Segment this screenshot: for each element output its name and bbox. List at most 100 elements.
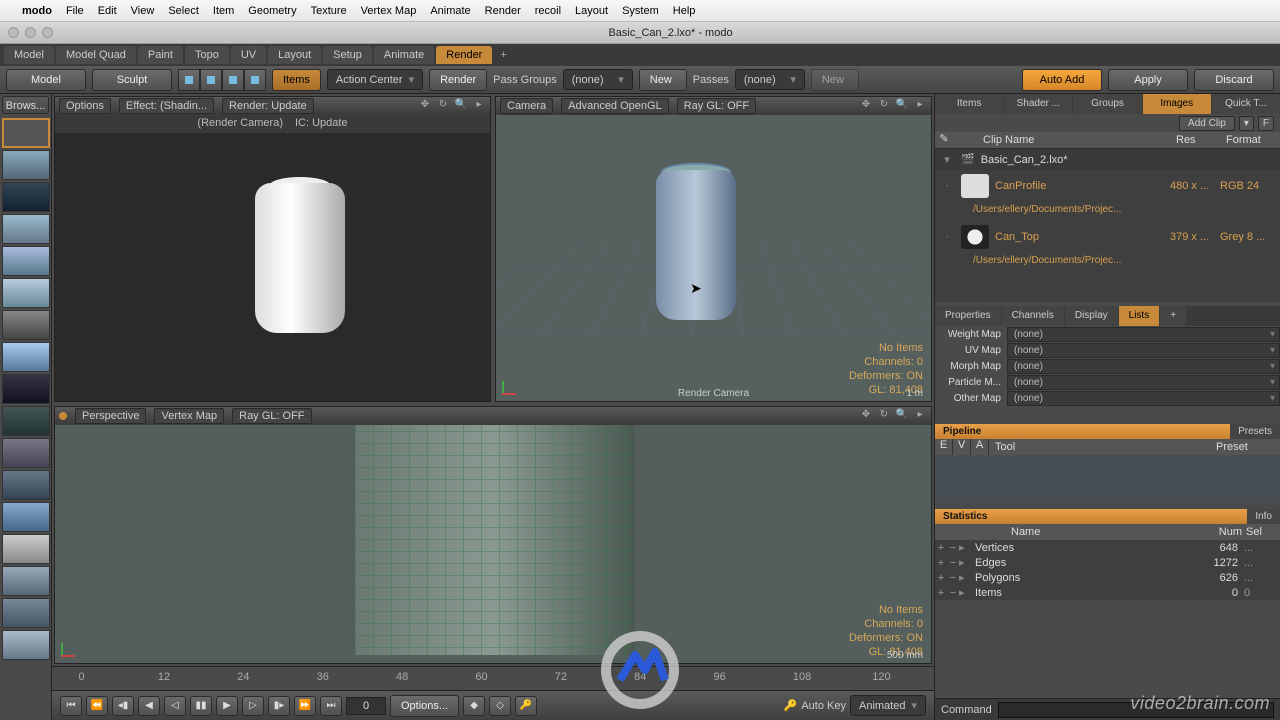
prev-key-button[interactable]: ◂▮ [112, 696, 134, 716]
action-center-dropdown[interactable]: Action Center [327, 69, 423, 90]
max-icon[interactable]: ▸ [472, 99, 486, 113]
camera-viewport[interactable]: Camera Advanced OpenGL Ray GL: OFF ✥ ↻ 🔍… [495, 96, 932, 402]
preset-thumb[interactable] [2, 470, 50, 500]
vp-persp[interactable]: Perspective [75, 408, 146, 424]
key-icon-button[interactable]: ◇ [489, 696, 511, 716]
vp-raygl[interactable]: Ray GL: OFF [232, 408, 311, 424]
menu-geometry[interactable]: Geometry [248, 5, 296, 17]
menu-system[interactable]: System [622, 5, 659, 17]
stat-row-polygons[interactable]: +−▸Polygons626... [935, 570, 1280, 585]
zoom-icon[interactable]: 🔍 [454, 99, 468, 113]
info-tab[interactable]: Info [1247, 509, 1280, 524]
vp-raygl[interactable]: Ray GL: OFF [677, 98, 756, 114]
tab-layout[interactable]: Layout [268, 46, 321, 64]
expand-icon[interactable]: ▾ [939, 153, 955, 166]
goto-end-button[interactable]: ⏭ [320, 696, 342, 716]
key-icon-button[interactable]: ◆ [463, 696, 485, 716]
passes-dropdown[interactable]: (none) [735, 69, 805, 90]
menu-help[interactable]: Help [673, 5, 696, 17]
filter-icon[interactable]: F [1258, 116, 1274, 131]
preset-thumb[interactable] [2, 502, 50, 532]
stat-row-vertices[interactable]: +−▸Vertices648... [935, 540, 1280, 555]
goto-start-button[interactable]: ⏮ [60, 696, 82, 716]
stat-row-edges[interactable]: +−▸Edges1272... [935, 555, 1280, 570]
menu-edit[interactable]: Edit [98, 5, 117, 17]
tab-items[interactable]: Items [935, 94, 1003, 114]
menu-file[interactable]: File [66, 5, 84, 17]
max-icon[interactable]: ▸ [913, 409, 927, 423]
preset-thumb[interactable] [2, 246, 50, 276]
pause-button[interactable]: ▮▮ [190, 696, 212, 716]
options-button[interactable]: Options... [390, 695, 459, 717]
rotate-icon[interactable]: ↻ [436, 99, 450, 113]
ic-label[interactable]: IC: Update [295, 117, 348, 133]
step-back-key-button[interactable]: ⏪ [86, 696, 108, 716]
next-key-button[interactable]: ▮▸ [268, 696, 290, 716]
tab-properties[interactable]: Properties [935, 306, 1001, 326]
col-res[interactable]: Res [1174, 132, 1224, 148]
key-icon-button[interactable]: 🔑 [515, 696, 537, 716]
pipeline-header[interactable]: Pipeline [935, 424, 1230, 439]
preset-thumb[interactable] [2, 182, 50, 212]
preset-thumb[interactable] [2, 438, 50, 468]
vp-options[interactable]: Options [59, 98, 111, 114]
move-icon[interactable]: ✥ [859, 99, 873, 113]
preset-thumb[interactable] [2, 374, 50, 404]
edge-mode-icon[interactable] [200, 69, 222, 91]
vp-glmode[interactable]: Advanced OpenGL [561, 98, 669, 114]
uvmap-dropdown[interactable]: (none) [1007, 343, 1280, 358]
menu-layout[interactable]: Layout [575, 5, 608, 17]
autoadd-button[interactable]: Auto Add [1022, 69, 1102, 91]
menu-view[interactable]: View [131, 5, 155, 17]
vp-effect[interactable]: Effect: (Shadin... [119, 98, 214, 114]
items-button[interactable]: Items [272, 69, 321, 91]
vertex-mode-icon[interactable] [178, 69, 200, 91]
rotate-icon[interactable]: ↻ [877, 99, 891, 113]
menu-animate[interactable]: Animate [430, 5, 470, 17]
selectmode-segment[interactable] [178, 69, 266, 91]
preset-thumb[interactable] [2, 342, 50, 372]
preset-thumb[interactable] [2, 598, 50, 628]
play-rev-button[interactable]: ◁ [164, 696, 186, 716]
add-clip-menu-icon[interactable]: ▾ [1239, 116, 1254, 131]
move-icon[interactable]: ✥ [859, 409, 873, 423]
tab-model[interactable]: Model [4, 46, 54, 64]
tab-paint[interactable]: Paint [138, 46, 183, 64]
new-pass-button[interactable]: New [811, 69, 859, 91]
current-frame-field[interactable] [346, 697, 386, 715]
tab-render[interactable]: Render [436, 46, 492, 64]
render-button[interactable]: Render [429, 69, 487, 91]
tab-add-icon[interactable]: + [1160, 306, 1186, 326]
tab-channels[interactable]: Channels [1002, 306, 1064, 326]
menu-recoil[interactable]: recoil [535, 5, 561, 17]
add-clip-button[interactable]: Add Clip [1179, 116, 1235, 131]
render-preview-viewport[interactable]: Options Effect: (Shadin... Render: Updat… [54, 96, 491, 402]
col-format[interactable]: Format [1224, 132, 1280, 148]
preset-thumb[interactable] [2, 630, 50, 660]
new-passgroup-button[interactable]: New [639, 69, 687, 91]
model-button[interactable]: Model [6, 69, 86, 91]
preset-thumb[interactable] [2, 566, 50, 596]
stat-row-items[interactable]: +−▸Items00 [935, 585, 1280, 600]
menu-select[interactable]: Select [168, 5, 199, 17]
animated-dropdown[interactable]: Animated [850, 695, 926, 716]
play-button[interactable]: ▶ [216, 696, 238, 716]
browser-header[interactable]: Brows... [2, 96, 49, 114]
discard-button[interactable]: Discard [1194, 69, 1274, 91]
vp-camera[interactable]: Camera [500, 98, 553, 114]
othermap-dropdown[interactable]: (none) [1007, 391, 1280, 406]
menu-vertexmap[interactable]: Vertex Map [361, 5, 417, 17]
vp-vmap[interactable]: Vertex Map [154, 408, 224, 424]
sculpt-button[interactable]: Sculpt [92, 69, 172, 91]
step-fwd-key-button[interactable]: ⏩ [294, 696, 316, 716]
tab-quicktips[interactable]: Quick T... [1212, 94, 1280, 114]
vp-render-mode[interactable]: Render: Update [222, 98, 314, 114]
next-frame-button[interactable]: ▷ [242, 696, 264, 716]
preset-thumb[interactable] [2, 534, 50, 564]
apply-button[interactable]: Apply [1108, 69, 1188, 91]
clip-item[interactable]: · Can_Top 379 x ... Grey 8 ... [935, 221, 1280, 253]
menu-item[interactable]: Item [213, 5, 234, 17]
move-icon[interactable]: ✥ [418, 99, 432, 113]
preset-thumb[interactable] [2, 214, 50, 244]
tab-animate[interactable]: Animate [374, 46, 434, 64]
